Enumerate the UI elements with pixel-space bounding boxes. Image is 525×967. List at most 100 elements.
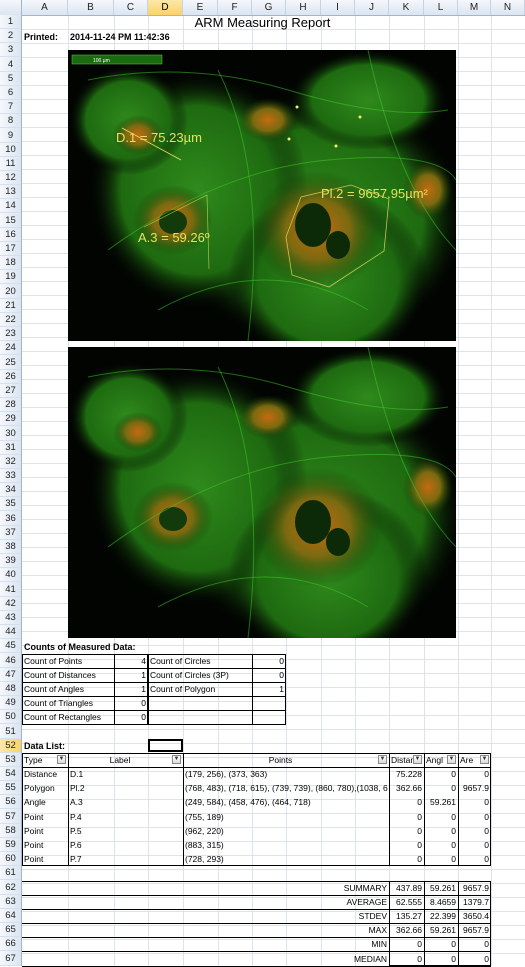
column-header-h[interactable]: H bbox=[286, 0, 321, 15]
table-cell-angle[interactable]: 0 bbox=[424, 838, 458, 852]
table-cell-area[interactable]: 0 bbox=[458, 838, 491, 852]
table-cell-distance[interactable]: 0 bbox=[389, 810, 424, 824]
summary-distance[interactable]: 0 bbox=[389, 937, 424, 951]
column-header-e[interactable]: E bbox=[183, 0, 218, 15]
table-cell-points[interactable]: (249, 584), (458, 476), (464, 718) bbox=[183, 795, 389, 809]
row-header-63[interactable]: 63 bbox=[0, 895, 21, 909]
table-cell-distance[interactable]: 362.66 bbox=[389, 781, 424, 795]
row-header-40[interactable]: 40 bbox=[0, 568, 21, 582]
table-cell-points[interactable]: (179, 256), (373, 363) bbox=[183, 767, 389, 781]
row-header-15[interactable]: 15 bbox=[0, 214, 21, 228]
row-header-54[interactable]: 54 bbox=[0, 767, 21, 781]
column-header-l[interactable]: L bbox=[424, 0, 458, 15]
row-header-41[interactable]: 41 bbox=[0, 583, 21, 597]
row-header-19[interactable]: 19 bbox=[0, 270, 21, 284]
row-header-2[interactable]: 2 bbox=[0, 29, 21, 43]
table-cell-type[interactable]: Point bbox=[22, 824, 68, 838]
row-header-11[interactable]: 11 bbox=[0, 157, 21, 171]
row-header-55[interactable]: 55 bbox=[0, 781, 21, 795]
row-header-27[interactable]: 27 bbox=[0, 384, 21, 398]
column-header-g[interactable]: G bbox=[252, 0, 286, 15]
row-header-24[interactable]: 24 bbox=[0, 341, 21, 355]
table-cell-label[interactable]: P.5 bbox=[68, 824, 183, 838]
row-header-26[interactable]: 26 bbox=[0, 370, 21, 384]
row-header-18[interactable]: 18 bbox=[0, 256, 21, 270]
summary-distance[interactable]: 0 bbox=[389, 952, 424, 966]
column-header-n[interactable]: N bbox=[491, 0, 525, 15]
row-header-46[interactable]: 46 bbox=[0, 654, 21, 668]
summary-angle[interactable]: 0 bbox=[424, 937, 458, 951]
row-header-52[interactable]: 52 bbox=[0, 739, 21, 753]
row-header-34[interactable]: 34 bbox=[0, 483, 21, 497]
column-header-b[interactable]: B bbox=[68, 0, 114, 15]
row-header-62[interactable]: 62 bbox=[0, 881, 21, 895]
row-header-33[interactable]: 33 bbox=[0, 469, 21, 483]
row-header-48[interactable]: 48 bbox=[0, 682, 21, 696]
table-cell-type[interactable]: Point bbox=[22, 852, 68, 866]
row-header-4[interactable]: 4 bbox=[0, 58, 21, 72]
table-cell-type[interactable]: Angle bbox=[22, 795, 68, 809]
row-header-39[interactable]: 39 bbox=[0, 554, 21, 568]
table-cell-type[interactable]: Distance bbox=[22, 767, 68, 781]
row-header-37[interactable]: 37 bbox=[0, 526, 21, 540]
row-header-16[interactable]: 16 bbox=[0, 228, 21, 242]
table-cell-area[interactable]: 9657.9 bbox=[458, 781, 491, 795]
table-cell-angle[interactable]: 0 bbox=[424, 810, 458, 824]
row-header-32[interactable]: 32 bbox=[0, 455, 21, 469]
row-header-57[interactable]: 57 bbox=[0, 810, 21, 824]
row-header-60[interactable]: 60 bbox=[0, 852, 21, 866]
summary-distance[interactable]: 362.66 bbox=[389, 923, 424, 937]
row-header-51[interactable]: 51 bbox=[0, 725, 21, 739]
summary-area[interactable]: 0 bbox=[458, 937, 491, 951]
table-cell-area[interactable]: 0 bbox=[458, 767, 491, 781]
row-header-12[interactable]: 12 bbox=[0, 171, 21, 185]
row-header-61[interactable]: 61 bbox=[0, 866, 21, 880]
annotated-microscopy-image[interactable]: 100 µm D.1 = 75.23µm Pl.2 = 9657.95µm² A… bbox=[68, 50, 456, 341]
summary-area[interactable]: 1379.7 bbox=[458, 895, 491, 909]
filter-dropdown-button[interactable]: ▼ bbox=[57, 755, 66, 764]
filter-dropdown-button[interactable]: ▼ bbox=[413, 755, 422, 764]
table-cell-label[interactable]: Pl.2 bbox=[68, 781, 183, 795]
summary-area[interactable]: 9657.9 bbox=[458, 923, 491, 937]
table-cell-angle[interactable]: 0 bbox=[424, 781, 458, 795]
row-header-45[interactable]: 45 bbox=[0, 639, 21, 653]
table-cell-type[interactable]: Polygon bbox=[22, 781, 68, 795]
column-header-j[interactable]: J bbox=[355, 0, 389, 15]
row-header-25[interactable]: 25 bbox=[0, 356, 21, 370]
table-cell-type[interactable]: Point bbox=[22, 810, 68, 824]
filter-dropdown-button[interactable]: ▼ bbox=[447, 755, 456, 764]
table-cell-angle[interactable]: 0 bbox=[424, 852, 458, 866]
active-cell[interactable] bbox=[148, 739, 183, 752]
table-cell-area[interactable]: 0 bbox=[458, 824, 491, 838]
summary-distance[interactable]: 62.555 bbox=[389, 895, 424, 909]
summary-angle[interactable]: 0 bbox=[424, 952, 458, 966]
row-header-66[interactable]: 66 bbox=[0, 937, 21, 951]
row-header-56[interactable]: 56 bbox=[0, 795, 21, 809]
row-header-7[interactable]: 7 bbox=[0, 100, 21, 114]
summary-angle[interactable]: 59.261 bbox=[424, 923, 458, 937]
row-header-5[interactable]: 5 bbox=[0, 72, 21, 86]
table-cell-distance[interactable]: 0 bbox=[389, 838, 424, 852]
table-cell-label[interactable]: P.7 bbox=[68, 852, 183, 866]
table-cell-angle[interactable]: 0 bbox=[424, 824, 458, 838]
row-header-17[interactable]: 17 bbox=[0, 242, 21, 256]
table-cell-label[interactable]: A.3 bbox=[68, 795, 183, 809]
row-header-9[interactable]: 9 bbox=[0, 129, 21, 143]
table-cell-points[interactable]: (768, 483), (718, 615), (739, 739), (860… bbox=[183, 781, 389, 795]
summary-distance[interactable]: 135.27 bbox=[389, 909, 424, 923]
filter-dropdown-button[interactable]: ▼ bbox=[172, 755, 181, 764]
row-header-8[interactable]: 8 bbox=[0, 114, 21, 128]
row-header-65[interactable]: 65 bbox=[0, 923, 21, 937]
row-header-35[interactable]: 35 bbox=[0, 497, 21, 511]
table-cell-points[interactable]: (883, 315) bbox=[183, 838, 389, 852]
row-header-13[interactable]: 13 bbox=[0, 185, 21, 199]
table-cell-distance[interactable]: 0 bbox=[389, 852, 424, 866]
table-cell-label[interactable]: P.6 bbox=[68, 838, 183, 852]
row-header-47[interactable]: 47 bbox=[0, 668, 21, 682]
table-cell-label[interactable]: P.4 bbox=[68, 810, 183, 824]
table-cell-distance[interactable]: 0 bbox=[389, 824, 424, 838]
row-header-10[interactable]: 10 bbox=[0, 143, 21, 157]
row-header-64[interactable]: 64 bbox=[0, 909, 21, 923]
filter-dropdown-button[interactable]: ▼ bbox=[480, 755, 489, 764]
row-header-58[interactable]: 58 bbox=[0, 824, 21, 838]
